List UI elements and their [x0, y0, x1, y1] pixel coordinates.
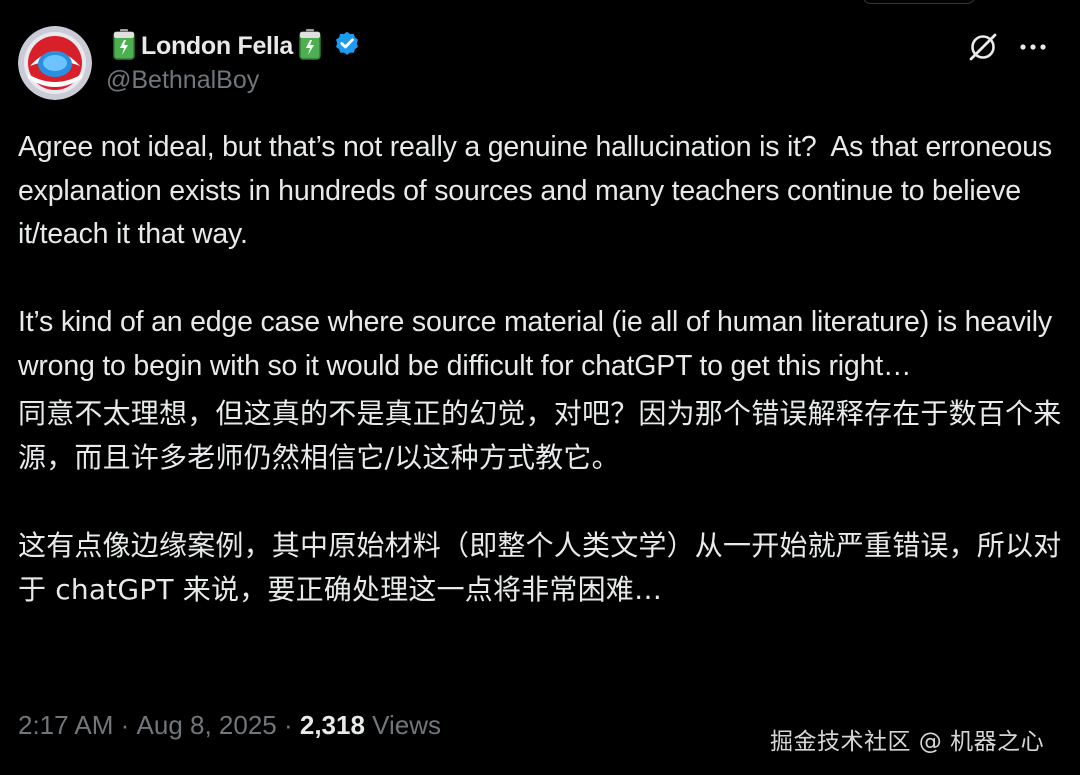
- verified-badge-icon[interactable]: [333, 30, 361, 63]
- author-display-name[interactable]: London Fella: [141, 32, 293, 61]
- author-handle[interactable]: @BethnalBoy: [106, 66, 259, 95]
- battery-icon: [110, 28, 138, 65]
- tweet-text: Agree not ideal, but that’s not really a…: [18, 126, 1068, 612]
- avatar[interactable]: [18, 26, 92, 100]
- views-count[interactable]: 2,318: [300, 710, 365, 741]
- meta-separator: ·: [113, 710, 137, 740]
- meta-separator: ·: [276, 710, 300, 740]
- translation-paragraph-1: 同意不太理想，但这真的不是真正的幻觉，对吧？因为那个错误解释存在于数百个来源，而…: [18, 397, 1062, 475]
- views-label: Views: [364, 710, 442, 740]
- battery-icon: [296, 28, 324, 65]
- tweet-paragraph-1: Agree not ideal, but that’s not really a…: [18, 131, 1060, 251]
- more-options-icon[interactable]: [1016, 34, 1050, 60]
- grok-icon[interactable]: [966, 30, 1000, 64]
- top-edge-pill: [862, 0, 976, 4]
- translation-paragraph-2: 这有点像边缘案例，其中原始材料（即整个人类文学）从一开始就严重错误，所以对于 c…: [18, 529, 1062, 607]
- tweet-paragraph-2: It’s kind of an edge case where source m…: [18, 305, 1060, 382]
- tweet-meta: 2:17 AM · Aug 8, 2025 · 2,318 Views: [18, 710, 441, 741]
- tweet-date[interactable]: Aug 8, 2025: [137, 710, 277, 741]
- author-name-row[interactable]: London Fella: [110, 28, 361, 65]
- tweet-time[interactable]: 2:17 AM: [18, 710, 113, 741]
- watermark: 掘金技术社区 @ 机器之心: [770, 729, 1045, 755]
